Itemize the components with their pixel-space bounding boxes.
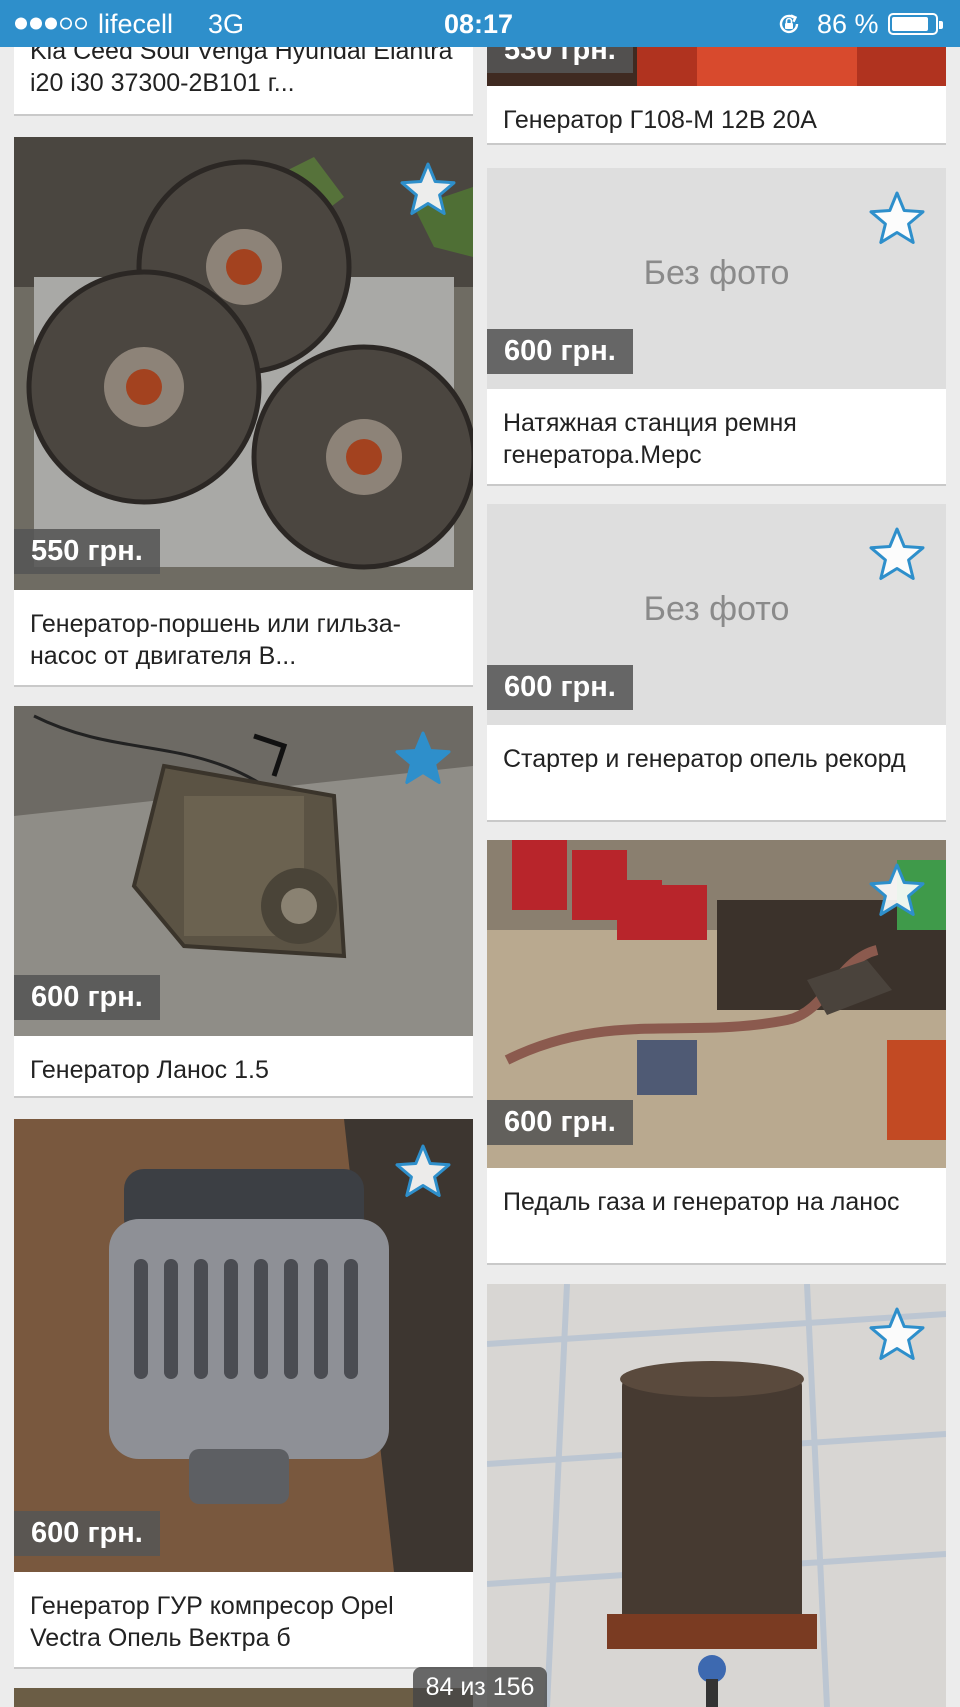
listing-photo: 600 грн. bbox=[14, 1119, 473, 1572]
listing-photo-next bbox=[14, 1688, 473, 1707]
carrier-name: lifecell bbox=[98, 9, 174, 39]
listing-photo: 600 грн. bbox=[487, 840, 946, 1168]
clock: 08:17 bbox=[444, 9, 514, 39]
favorite-star-icon[interactable] bbox=[394, 1143, 452, 1199]
listing-title: Генератор Ланос 1.5 bbox=[30, 1056, 269, 1084]
favorite-star-icon[interactable] bbox=[868, 862, 926, 918]
listing-title: Генератор Г108-М 12В 20А bbox=[503, 106, 817, 134]
listing-price: 550 грн. bbox=[14, 529, 160, 574]
favorite-star-icon[interactable] bbox=[868, 526, 926, 582]
favorite-star-icon[interactable] bbox=[868, 190, 926, 246]
battery-percent: 86 % bbox=[817, 9, 879, 39]
listing-card[interactable] bbox=[487, 1284, 946, 1707]
listing-photo: 550 грн. bbox=[14, 137, 473, 590]
network-type: 3G bbox=[208, 9, 245, 39]
listing-photo: Без фото 600 грн. bbox=[487, 504, 946, 725]
no-photo-label: Без фото bbox=[643, 590, 790, 628]
listing-price: 600 грн. bbox=[14, 1511, 160, 1556]
listing-card[interactable]: Без фото 600 грн. Стартер и генератор оп… bbox=[487, 504, 946, 822]
status-bar: lifecell 3G 08:17 86 % bbox=[0, 0, 960, 47]
listing-card[interactable]: 600 грн. Генератор Ланос 1.5 bbox=[14, 706, 473, 1098]
listing-photo bbox=[487, 1284, 946, 1707]
listing-price: 600 грн. bbox=[14, 975, 160, 1020]
listing-title: Педаль газа и генератор на ланос bbox=[503, 1188, 900, 1216]
listing-title: Генератор-поршень или гильза-насос от дв… bbox=[30, 610, 401, 670]
listing-price: 600 грн. bbox=[487, 1100, 633, 1145]
rotation-lock-icon bbox=[779, 14, 799, 34]
favorite-star-icon[interactable] bbox=[394, 730, 452, 786]
listing-price: 600 грн. bbox=[487, 665, 633, 710]
listing-title: Натяжная станция ремня генератора.Мерс bbox=[503, 409, 797, 469]
favorite-star-icon[interactable] bbox=[399, 161, 457, 217]
listing-screen: lifecell 3G 08:17 86 % Kia Ceed Soul Ven… bbox=[0, 0, 960, 1707]
listing-photo: 600 грн. bbox=[14, 706, 473, 1036]
favorite-star-icon[interactable] bbox=[868, 1306, 926, 1362]
listing-photo: Без фото 600 грн. bbox=[487, 168, 946, 389]
listing-price: 600 грн. bbox=[487, 329, 633, 374]
listing-card[interactable]: 550 грн. Генератор-поршень или гильза-на… bbox=[14, 137, 473, 687]
listing-card[interactable]: Без фото 600 грн. Натяжная станция ремня… bbox=[487, 168, 946, 486]
no-photo-label: Без фото bbox=[643, 254, 790, 292]
page-counter: 84 из 156 bbox=[413, 1667, 547, 1707]
battery-icon bbox=[888, 13, 943, 35]
signal-strength-icon bbox=[15, 17, 87, 30]
listing-card[interactable]: 600 грн. Педаль газа и генератор на лано… bbox=[487, 840, 946, 1265]
listing-card[interactable]: 600 грн. Генератор ГУР компресор Opel Ve… bbox=[14, 1119, 473, 1669]
listing-title: Стартер и генератор опель рекорд bbox=[503, 745, 906, 773]
listing-title: Генератор ГУР компресор Opel Vectra Опел… bbox=[30, 1592, 394, 1652]
